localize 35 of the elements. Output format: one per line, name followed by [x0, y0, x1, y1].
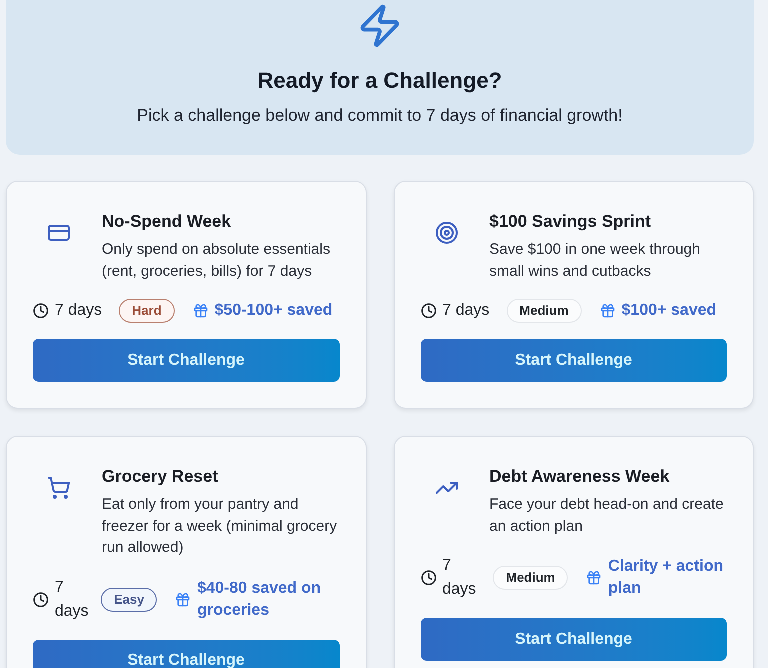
challenge-title: Grocery Reset	[102, 466, 220, 488]
difficulty-badge: Hard	[119, 299, 175, 323]
clock-icon	[33, 592, 49, 608]
clock-icon	[420, 570, 436, 586]
reward-text: Clarity + action plan	[608, 557, 725, 599]
challenge-title: No-Spend Week	[102, 211, 232, 233]
difficulty-badge: Medium	[493, 566, 568, 590]
clock-icon	[420, 303, 436, 319]
gift-icon	[586, 570, 602, 586]
cart-icon	[47, 476, 71, 500]
start-challenge-button[interactable]: Start Challenge	[420, 339, 727, 382]
start-challenge-button[interactable]: Start Challenge	[33, 339, 340, 382]
hero-subtitle: Pick a challenge below and commit to 7 days of financial growth!	[137, 105, 623, 127]
hero-title: Ready for a Challenge?	[258, 67, 502, 95]
target-icon	[434, 221, 458, 245]
difficulty-badge: Medium	[506, 299, 582, 323]
reward-text: $100+ saved	[622, 301, 717, 321]
challenge-description: Only spend on absolute essentials (rent, groceries, bills) for 7 days	[102, 240, 332, 282]
reward-text: $40-80 saved on groceries	[197, 578, 322, 620]
clock-icon	[33, 303, 49, 319]
start-challenge-button[interactable]: Start Challenge	[420, 618, 727, 661]
challenge-title: Debt Awareness Week	[490, 466, 671, 488]
challenge-title: $100 Savings Sprint	[490, 211, 652, 233]
gift-icon	[192, 303, 209, 319]
gift-icon	[600, 303, 616, 319]
challenge-description: Save $100 in one week through small wins and cutbacks	[490, 240, 702, 282]
gift-icon	[175, 592, 192, 608]
reward-text: $50-100+ saved	[214, 301, 333, 321]
challenge-description: Face your debt head-on and create an action plan	[490, 495, 725, 536]
duration-text: 7 days	[55, 301, 102, 321]
duration-text: 7 days	[442, 556, 476, 600]
difficulty-badge: Easy	[101, 588, 158, 612]
duration-text: 7 days	[55, 578, 89, 622]
duration-text: 7 days	[442, 301, 490, 321]
challenge-description: Eat only from your pantry and freezer for a week (minimal grocery run allowed)	[102, 495, 338, 558]
